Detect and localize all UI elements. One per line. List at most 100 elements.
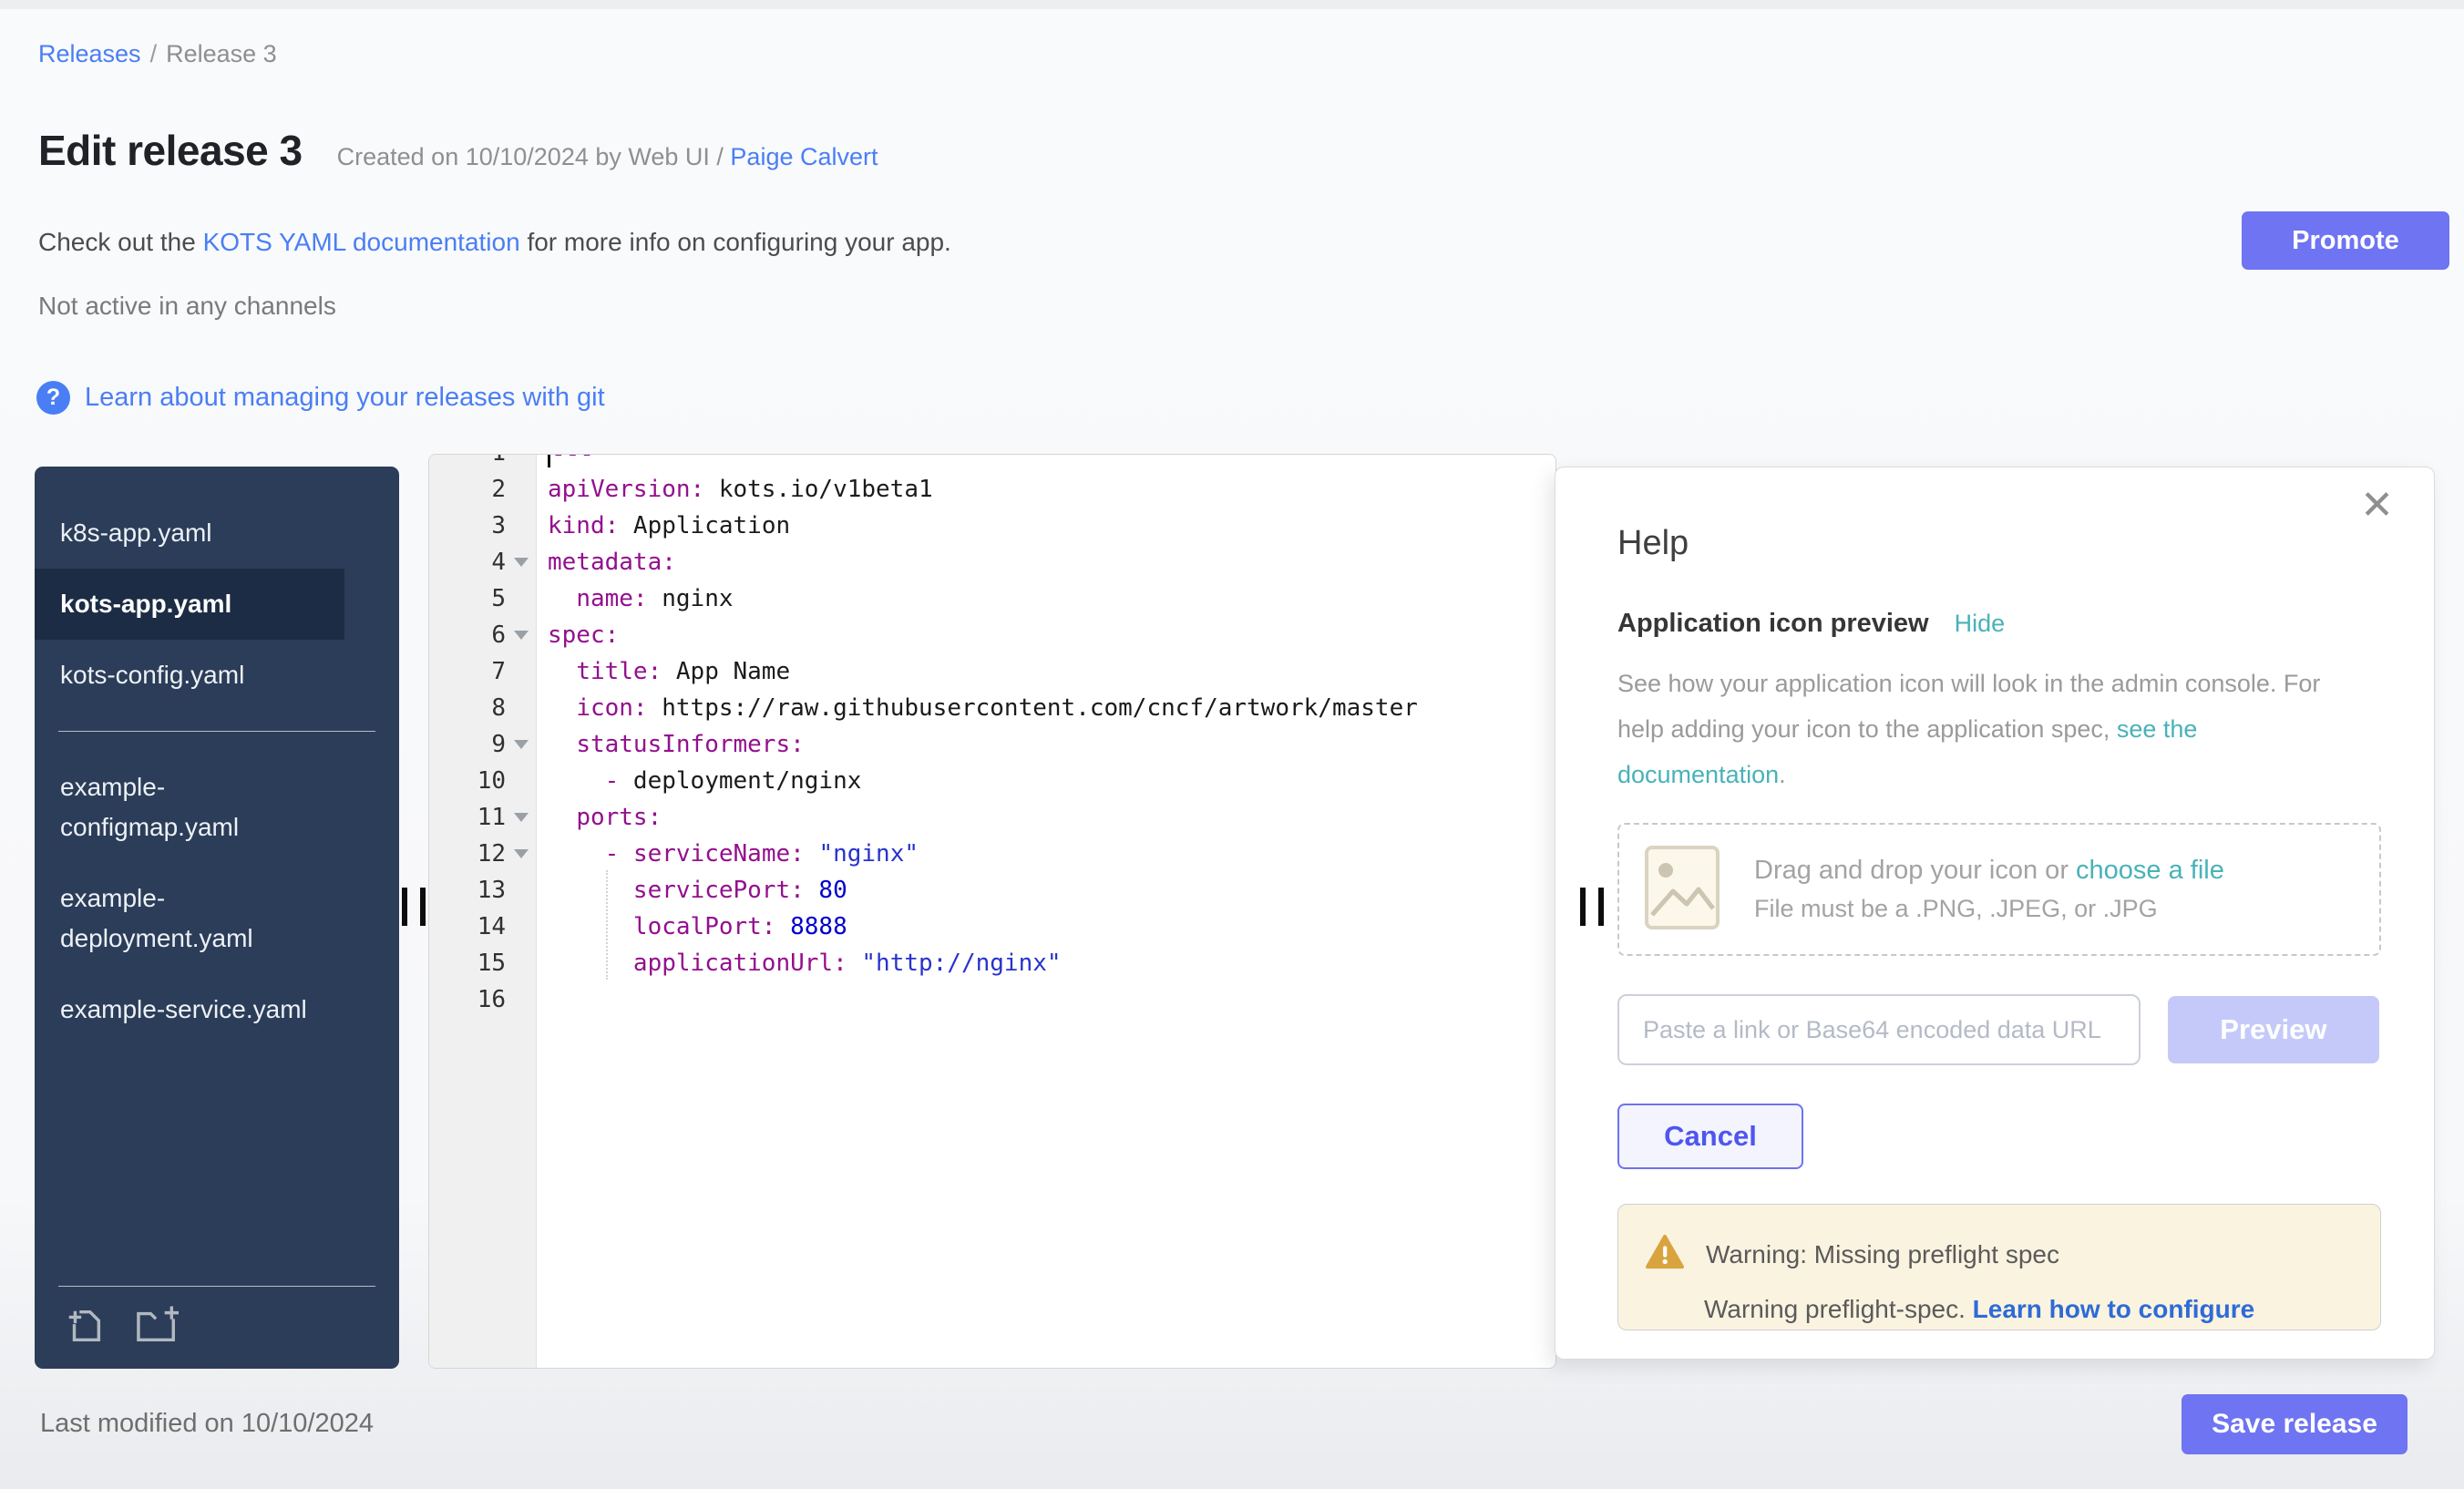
help-panel: ✕ Help Application icon preview Hide See… bbox=[1555, 467, 2435, 1360]
line-number: 7 bbox=[429, 658, 506, 685]
warning-detail: Warning preflight-spec. Learn how to con… bbox=[1704, 1295, 2355, 1324]
line-number: 1 bbox=[429, 454, 506, 467]
git-releases-link[interactable]: Learn about managing your releases with … bbox=[85, 383, 605, 413]
code-line-5: 5 name: nginx bbox=[429, 580, 1555, 617]
cancel-button[interactable]: Cancel bbox=[1617, 1104, 1803, 1169]
line-number: 3 bbox=[429, 512, 506, 539]
breadcrumb-separator: / bbox=[150, 40, 158, 67]
code-line-15: 15 applicationUrl: "http://nginx" bbox=[429, 945, 1555, 981]
title-row: Edit release 3 Created on 10/10/2024 by … bbox=[38, 126, 878, 175]
icon-dropzone[interactable]: Drag and drop your icon or choose a file… bbox=[1617, 823, 2381, 956]
sidebar-bottom bbox=[35, 1286, 399, 1369]
code-text: - deployment/nginx bbox=[537, 767, 861, 795]
line-number: 2 bbox=[429, 476, 506, 503]
line-number: 9 bbox=[429, 731, 506, 758]
editor-lines: 1 --- 2 apiVersion: kots.io/v1beta1 3 kind: A… bbox=[429, 454, 1555, 1018]
file-item-kots-config.yaml[interactable]: kots-config.yaml bbox=[35, 640, 344, 711]
icon-preview-section-header: Application icon preview Hide bbox=[1617, 609, 2379, 639]
breadcrumb-current: Release 3 bbox=[166, 40, 277, 67]
code-text: applicationUrl: "http://nginx" bbox=[537, 950, 1062, 977]
code-text: servicePort: 80 bbox=[537, 877, 847, 904]
code-line-12: 12 - serviceName: "nginx" bbox=[429, 836, 1555, 872]
line-number: 5 bbox=[429, 585, 506, 612]
icon-url-input[interactable] bbox=[1617, 994, 2141, 1065]
code-text: localPort: 8888 bbox=[537, 913, 847, 940]
icon-preview-title: Application icon preview bbox=[1617, 609, 1929, 639]
file-item-example-deployment.yaml[interactable]: example-deployment.yaml bbox=[35, 863, 344, 974]
add-file-icon[interactable] bbox=[64, 1305, 106, 1347]
file-item-kots-app.yaml[interactable]: kots-app.yaml bbox=[35, 569, 344, 640]
code-text: spec: bbox=[537, 621, 619, 649]
resize-handle-left[interactable] bbox=[402, 888, 426, 926]
code-line-10: 10 - deployment/nginx bbox=[429, 763, 1555, 799]
line-number: 6 bbox=[429, 621, 506, 649]
code-line-11: 11 ports: bbox=[429, 799, 1555, 836]
file-tree-sidebar: k8s-app.yamlkots-app.yamlkots-config.yam… bbox=[35, 467, 399, 1369]
code-text: icon: https://raw.githubusercontent.com/… bbox=[537, 694, 1418, 722]
warning-icon bbox=[1646, 1234, 1684, 1275]
resize-handle-right[interactable] bbox=[1580, 888, 1604, 926]
choose-file-link[interactable]: choose a file bbox=[2076, 856, 2224, 885]
code-line-14: 14 localPort: 8888 bbox=[429, 909, 1555, 945]
line-number: 12 bbox=[429, 840, 506, 868]
file-groups: k8s-app.yamlkots-app.yamlkots-config.yam… bbox=[35, 467, 399, 1045]
warning-title: Warning: Missing preflight spec bbox=[1706, 1240, 2059, 1269]
dropzone-text: Drag and drop your icon or choose a file… bbox=[1754, 856, 2224, 923]
last-modified-text: Last modified on 10/10/2024 bbox=[40, 1409, 374, 1439]
fold-arrow-icon[interactable] bbox=[514, 740, 529, 749]
code-line-6: 6 spec: bbox=[429, 617, 1555, 653]
file-item-k8s-app.yaml[interactable]: k8s-app.yaml bbox=[35, 498, 344, 569]
code-line-3: 3 kind: Application bbox=[429, 508, 1555, 544]
preview-button[interactable]: Preview bbox=[2168, 996, 2379, 1063]
code-line-16: 16 bbox=[429, 981, 1555, 1018]
file-item-example-configmap.yaml[interactable]: example-configmap.yaml bbox=[35, 752, 344, 863]
sidebar-icons bbox=[35, 1287, 399, 1369]
code-text: apiVersion: kots.io/v1beta1 bbox=[537, 476, 933, 503]
code-line-9: 9 statusInformers: bbox=[429, 726, 1555, 763]
text-cursor bbox=[548, 454, 550, 467]
code-text: kind: Application bbox=[537, 512, 790, 539]
breadcrumb: Releases / Release 3 bbox=[38, 40, 277, 68]
code-line-1: 1 --- bbox=[429, 454, 1555, 471]
line-number: 14 bbox=[429, 913, 506, 940]
line-number: 4 bbox=[429, 549, 506, 576]
learn-configure-link[interactable]: Learn how to configure bbox=[1973, 1295, 2255, 1323]
created-by-text: Created on 10/10/2024 by Web UI / Paige … bbox=[337, 143, 878, 171]
fold-arrow-icon[interactable] bbox=[514, 631, 529, 640]
line-number: 8 bbox=[429, 694, 506, 722]
fold-arrow-icon[interactable] bbox=[514, 558, 529, 567]
line-number: 10 bbox=[429, 767, 506, 795]
close-icon[interactable]: ✕ bbox=[2360, 486, 2394, 526]
kots-yaml-docs-link[interactable]: KOTS YAML documentation bbox=[203, 228, 520, 256]
question-icon: ? bbox=[36, 381, 70, 415]
author-link[interactable]: Paige Calvert bbox=[730, 143, 878, 170]
code-text: name: nginx bbox=[537, 585, 734, 612]
code-text: --- bbox=[537, 454, 594, 467]
save-release-button[interactable]: Save release bbox=[2182, 1394, 2408, 1454]
git-help-row[interactable]: ? Learn about managing your releases wit… bbox=[36, 381, 605, 415]
code-line-8: 8 icon: https://raw.githubusercontent.co… bbox=[429, 690, 1555, 726]
breadcrumb-releases-link[interactable]: Releases bbox=[38, 40, 141, 67]
add-folder-icon[interactable] bbox=[133, 1305, 182, 1347]
code-text: ports: bbox=[537, 804, 662, 831]
channel-status: Not active in any channels bbox=[38, 292, 336, 321]
preflight-warning: Warning: Missing preflight spec Warning … bbox=[1617, 1204, 2381, 1330]
file-group-divider bbox=[58, 731, 375, 732]
dropzone-hint: File must be a .PNG, .JPEG, or .JPG bbox=[1754, 895, 2224, 923]
line-number: 15 bbox=[429, 950, 506, 977]
code-line-7: 7 title: App Name bbox=[429, 653, 1555, 690]
code-line-2: 2 apiVersion: kots.io/v1beta1 bbox=[429, 471, 1555, 508]
yaml-editor[interactable]: 1 --- 2 apiVersion: kots.io/v1beta1 3 kind: A… bbox=[428, 454, 1556, 1369]
fold-arrow-icon[interactable] bbox=[514, 813, 529, 822]
file-item-example-service.yaml[interactable]: example-service.yaml bbox=[35, 974, 344, 1045]
code-line-4: 4 metadata: bbox=[429, 544, 1555, 580]
code-line-13: 13 servicePort: 80 bbox=[429, 872, 1555, 909]
code-text: metadata: bbox=[537, 549, 676, 576]
icon-preview-description: See how your application icon will look … bbox=[1617, 661, 2346, 797]
promote-button[interactable]: Promote bbox=[2242, 211, 2449, 270]
fold-arrow-icon[interactable] bbox=[514, 849, 529, 858]
image-placeholder-icon bbox=[1643, 844, 1721, 936]
hide-link[interactable]: Hide bbox=[1955, 610, 2006, 638]
line-number: 13 bbox=[429, 877, 506, 904]
code-text: title: App Name bbox=[537, 658, 790, 685]
